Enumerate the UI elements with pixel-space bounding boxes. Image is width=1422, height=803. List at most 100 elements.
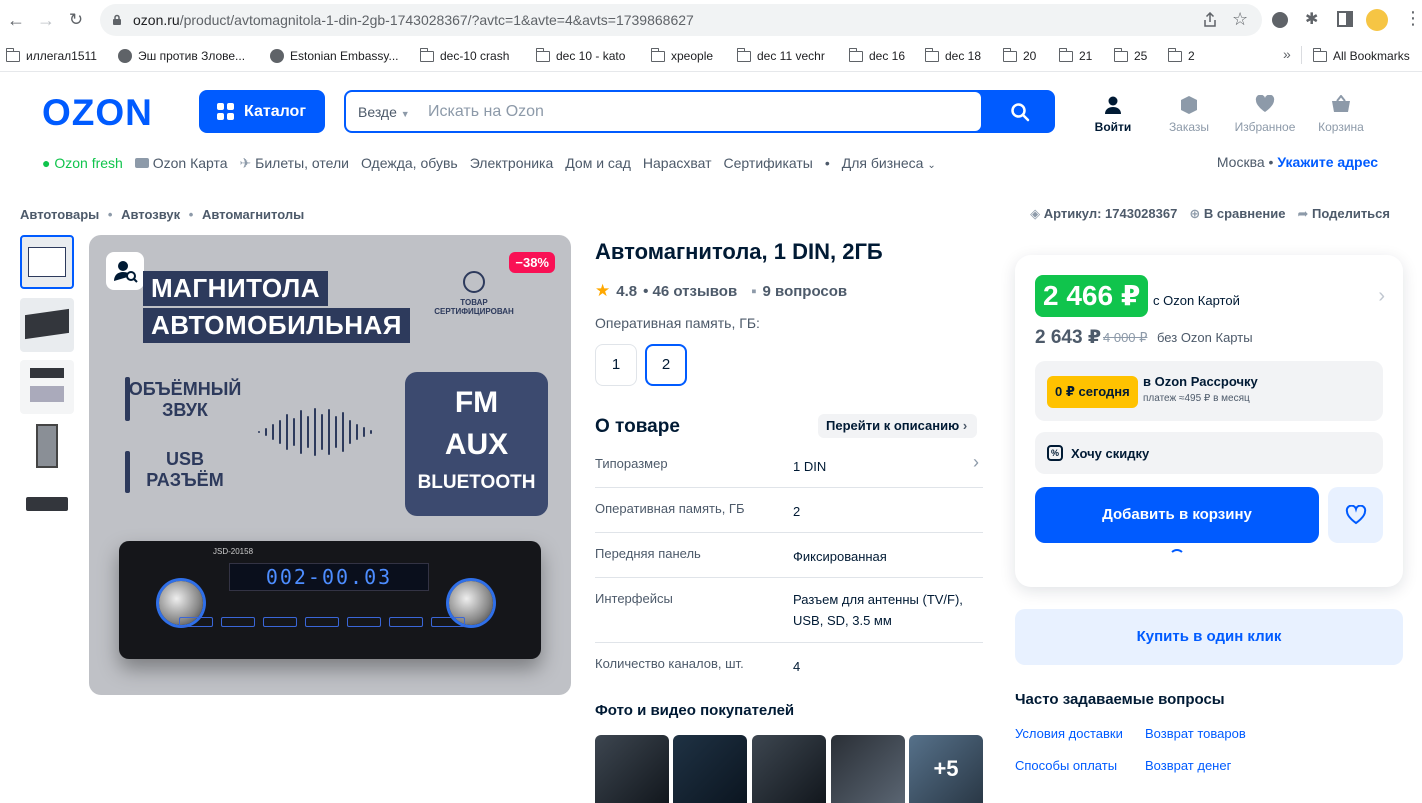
add-to-cart-button[interactable]: Добавить в корзину <box>1035 487 1319 543</box>
search-button[interactable] <box>984 90 1055 133</box>
nav-ozon-fresh[interactable]: ● Ozon fresh <box>42 155 123 171</box>
favorite-button[interactable] <box>1328 487 1383 543</box>
bookmark-item[interactable]: dec 11 vechr <box>736 47 825 64</box>
share-button[interactable]: ➦ Поделиться <box>1297 206 1390 222</box>
spec-row: Передняя панель Фиксированная <box>595 546 983 578</box>
bookmark-label: Эш против Злове... <box>138 49 246 63</box>
faq-delivery-link[interactable]: Условия доставки <box>1015 726 1123 741</box>
side-panel-icon[interactable] <box>1337 11 1353 27</box>
nav-clothes[interactable]: Одежда, обувь <box>361 155 458 171</box>
breadcrumb-item[interactable]: Автотовары <box>20 207 99 222</box>
avatar[interactable] <box>1366 9 1388 31</box>
customer-photo[interactable] <box>831 735 905 803</box>
bookmark-item[interactable]: dec 10 - kato <box>535 47 625 64</box>
nav-electronics[interactable]: Электроника <box>470 155 554 171</box>
buy-card: 2 466 ₽ с Ozon Картой › 2 643 ₽ 4 000 ₽ … <box>1015 255 1403 587</box>
menu-icon[interactable]: ⋮ <box>1404 8 1422 29</box>
nav-ozon-card[interactable]: Ozon Карта <box>134 155 228 171</box>
product-title: Автомагнитола, 1 DIN, 2ГБ <box>595 239 883 264</box>
faq-refund-link[interactable]: Возврат денег <box>1145 758 1231 773</box>
puzzle-icon[interactable]: ✱ <box>1305 9 1318 29</box>
gallery-thumb[interactable] <box>20 478 74 532</box>
address-bar[interactable]: ozon.ru/product/avtomagnitola-1-din-2gb-… <box>100 4 1262 36</box>
heart-icon <box>1254 94 1276 115</box>
reload-icon[interactable]: ↻ <box>66 10 86 30</box>
nav-certificates[interactable]: Сертификаты <box>724 155 813 171</box>
bookmark-label: All Bookmarks <box>1333 49 1410 63</box>
plane-icon: ✈ <box>239 154 252 171</box>
favorites-button[interactable]: Избранное <box>1230 94 1300 134</box>
ram-option-2[interactable]: 2 <box>645 344 687 386</box>
gallery-thumb[interactable] <box>20 360 74 414</box>
nav-business[interactable]: Для бизнеса ⌄ <box>842 155 936 171</box>
customer-photo[interactable] <box>752 735 826 803</box>
catalog-button[interactable]: Каталог <box>199 90 325 133</box>
bookmark-item[interactable]: 21 <box>1058 47 1092 64</box>
address-link[interactable]: Укажите адрес <box>1277 154 1378 170</box>
nav-hot[interactable]: Нарасхват <box>643 155 712 171</box>
faq-payment-link[interactable]: Способы оплаты <box>1015 758 1117 773</box>
forward-icon[interactable]: → <box>36 10 56 30</box>
extension-icon[interactable] <box>1272 12 1288 28</box>
installment-block[interactable]: 0 ₽ сегодня в Ozon Рассрочку платеж ≈495… <box>1035 361 1383 421</box>
cart-button[interactable]: Корзина <box>1306 94 1376 134</box>
search-by-photo-button[interactable] <box>106 252 144 290</box>
location[interactable]: Москва • Укажите адрес <box>1217 154 1378 170</box>
bookmark-item[interactable]: dec-10 crash <box>419 47 509 64</box>
reviews-link[interactable]: • 46 отзывов <box>643 283 737 300</box>
faq-returns-link[interactable]: Возврат товаров <box>1145 726 1246 741</box>
product-main-image[interactable]: −38% МАГНИТОЛА АВТОМОБИЛЬНАЯ ТОВАР СЕРТИ… <box>89 235 571 695</box>
customer-photo[interactable] <box>673 735 747 803</box>
url-text: ozon.ru/product/avtomagnitola-1-din-2gb-… <box>133 12 694 28</box>
divider <box>1301 46 1302 64</box>
customer-photo[interactable] <box>595 735 669 803</box>
bookmark-item[interactable]: иллегал1511 <box>5 47 97 64</box>
search-input[interactable] <box>428 98 968 125</box>
want-discount-button[interactable]: % Хочу скидку <box>1035 432 1383 474</box>
questions-link[interactable]: 9 вопросов <box>763 283 848 300</box>
bookmark-item[interactable]: 20 <box>1002 47 1037 64</box>
bookmark-item[interactable]: Estonian Embassy... <box>270 48 399 64</box>
all-bookmarks[interactable]: All Bookmarks <box>1312 47 1410 64</box>
breadcrumb-item[interactable]: Автозвук <box>121 207 180 222</box>
search-scope-select[interactable]: Везде ▼ <box>358 104 410 120</box>
nav-label: Билеты, отели <box>255 154 349 171</box>
folder-icon <box>5 47 20 62</box>
bookmark-label: 20 <box>1023 49 1037 63</box>
star-bookmark-icon[interactable]: ☆ <box>1232 9 1248 30</box>
spec-key: Интерфейсы <box>595 591 673 606</box>
bookmark-label: xpeople <box>671 49 714 63</box>
gallery-thumb[interactable] <box>20 298 74 352</box>
gallery-thumb[interactable] <box>20 420 74 474</box>
bookmarks-overflow[interactable]: » <box>1283 46 1291 62</box>
bookmark-item[interactable]: dec 18 <box>924 47 981 64</box>
ozon-logo[interactable]: OZON <box>42 92 153 134</box>
site-info-icon[interactable] <box>112 13 122 25</box>
nav-home[interactable]: Дом и сад <box>565 155 631 171</box>
features-box: FM AUX BLUETOOTH <box>405 372 548 516</box>
article-number[interactable]: ◈ Артикул: 1743028367 <box>1030 206 1177 222</box>
bookmark-item[interactable]: 25 <box>1113 47 1147 64</box>
goto-description-button[interactable]: Перейти к описанию › <box>818 414 978 438</box>
folder-icon <box>1113 47 1128 62</box>
bookmark-item[interactable]: xpeople <box>650 47 714 64</box>
breadcrumb-item[interactable]: Автомагнитолы <box>202 207 304 222</box>
ram-option-1[interactable]: 1 <box>595 344 637 386</box>
compare-button[interactable]: ⊕ В сравнение <box>1189 206 1285 222</box>
buy-one-click-button[interactable]: Купить в один клик <box>1015 609 1403 665</box>
login-button[interactable]: Войти <box>1078 95 1148 134</box>
bookmark-item[interactable]: dec 16 <box>848 47 905 64</box>
nav-tickets[interactable]: ✈ Билеты, отели <box>240 155 349 172</box>
bookmark-item[interactable]: Эш против Злове... <box>118 48 245 64</box>
chevron-right-icon[interactable]: › <box>1378 285 1385 308</box>
gallery-thumb[interactable] <box>20 235 74 289</box>
more-photos[interactable]: +5 <box>909 735 983 803</box>
orders-button[interactable]: Заказы <box>1154 95 1224 134</box>
back-icon[interactable]: ← <box>6 10 26 30</box>
spec-value: Разъем для антенны (TV/F), USB, SD, 3.5 … <box>793 592 963 628</box>
chevron-right-icon[interactable]: › <box>973 452 979 473</box>
spec-key: Оперативная память, ГБ <box>595 501 745 516</box>
share-page-icon[interactable] <box>1203 11 1217 33</box>
bookmark-item[interactable]: 2 <box>1167 47 1195 64</box>
bookmarks-bar: иллегал1511 Эш против Злове... Estonian … <box>0 40 1422 72</box>
